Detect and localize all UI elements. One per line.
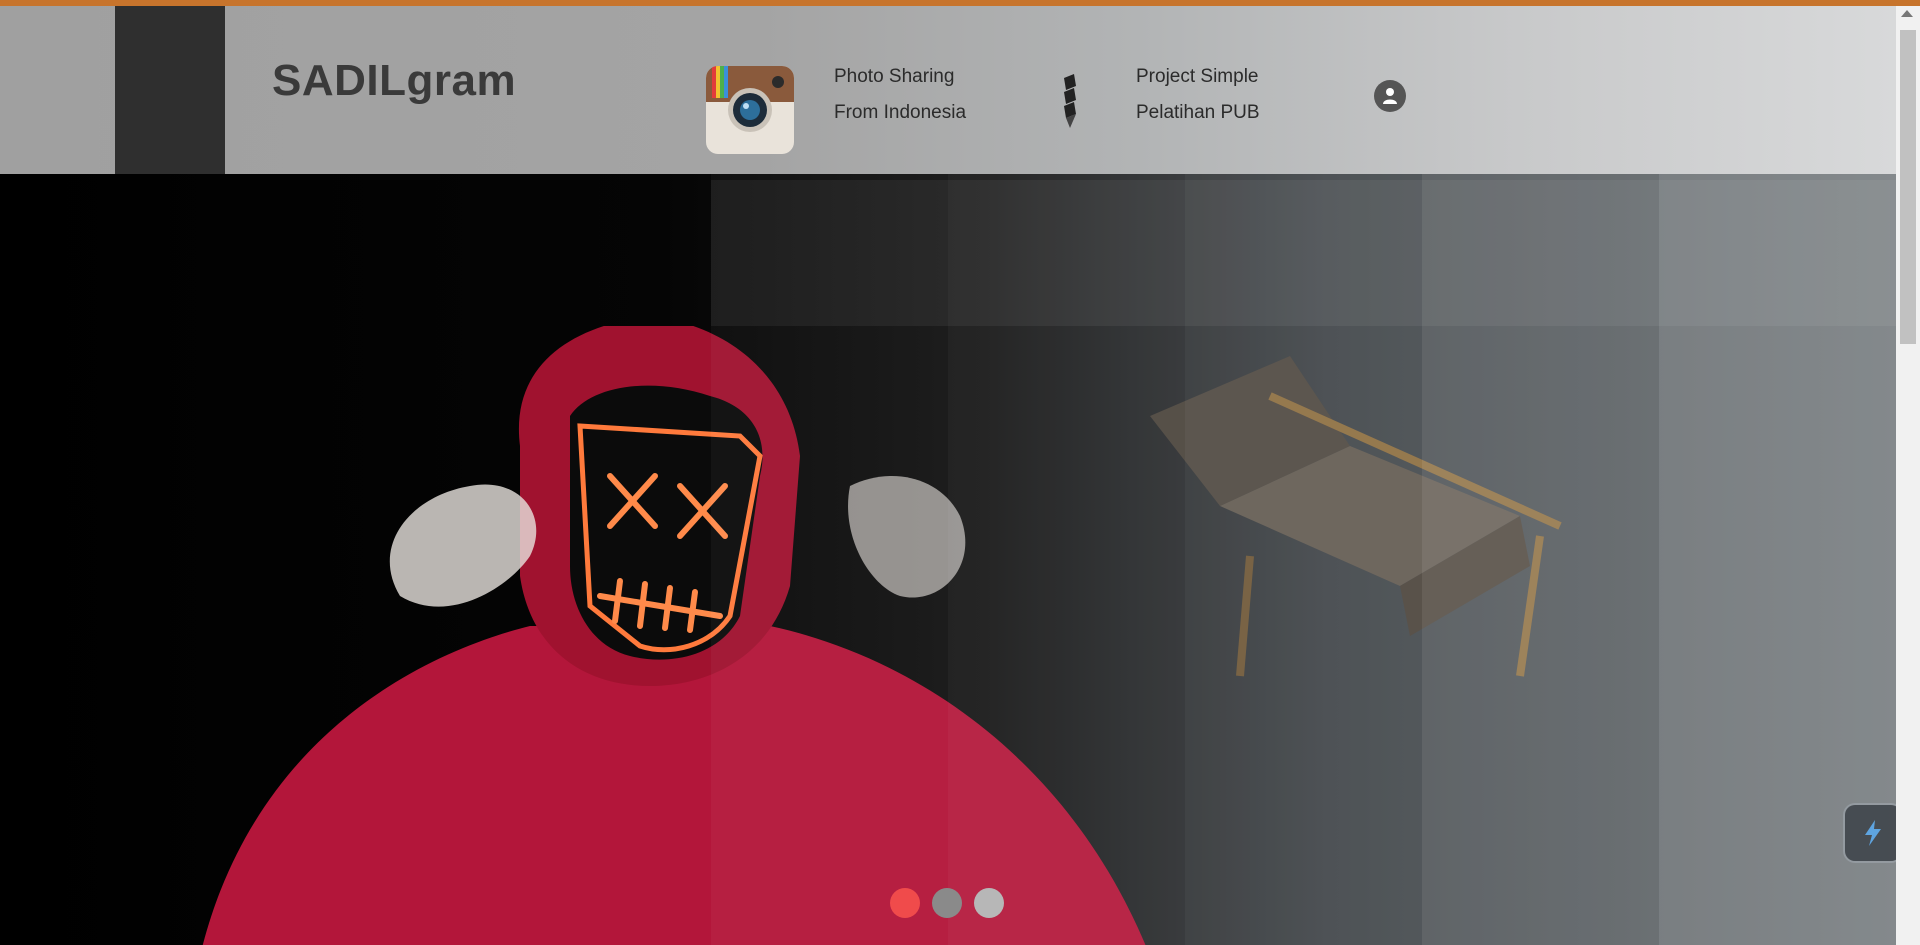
carousel-indicators [890, 888, 1004, 918]
floating-action-button[interactable] [1845, 805, 1901, 861]
overlay-band [711, 180, 1896, 326]
carousel-dot-2[interactable] [932, 888, 962, 918]
header-dark-block [115, 6, 225, 174]
camera-logo-icon[interactable] [706, 66, 794, 154]
carousel-dot-1[interactable] [890, 888, 920, 918]
project-line-2: Pelatihan PUB [1136, 102, 1260, 123]
tagline-line-1: Photo Sharing [834, 66, 955, 87]
project-line-1: Project Simple [1136, 66, 1259, 87]
carousel-dot-3[interactable] [974, 888, 1004, 918]
tagline: Photo Sharing From Indonesia [834, 59, 966, 131]
lightning-icon [1865, 820, 1881, 846]
project-info: Project Simple Pelatihan PUB [1136, 59, 1260, 131]
tagline-line-2: From Indonesia [834, 102, 967, 123]
brand-logo-text[interactable]: SADILgram [272, 56, 516, 106]
user-icon[interactable] [1374, 80, 1406, 112]
pen-icon [1064, 74, 1076, 128]
site-header: SADILgram Photo Sharing From Indonesia P… [0, 6, 1896, 174]
scrollbar-thumb[interactable] [1900, 30, 1916, 344]
scroll-up-arrow-icon[interactable] [1901, 10, 1913, 17]
